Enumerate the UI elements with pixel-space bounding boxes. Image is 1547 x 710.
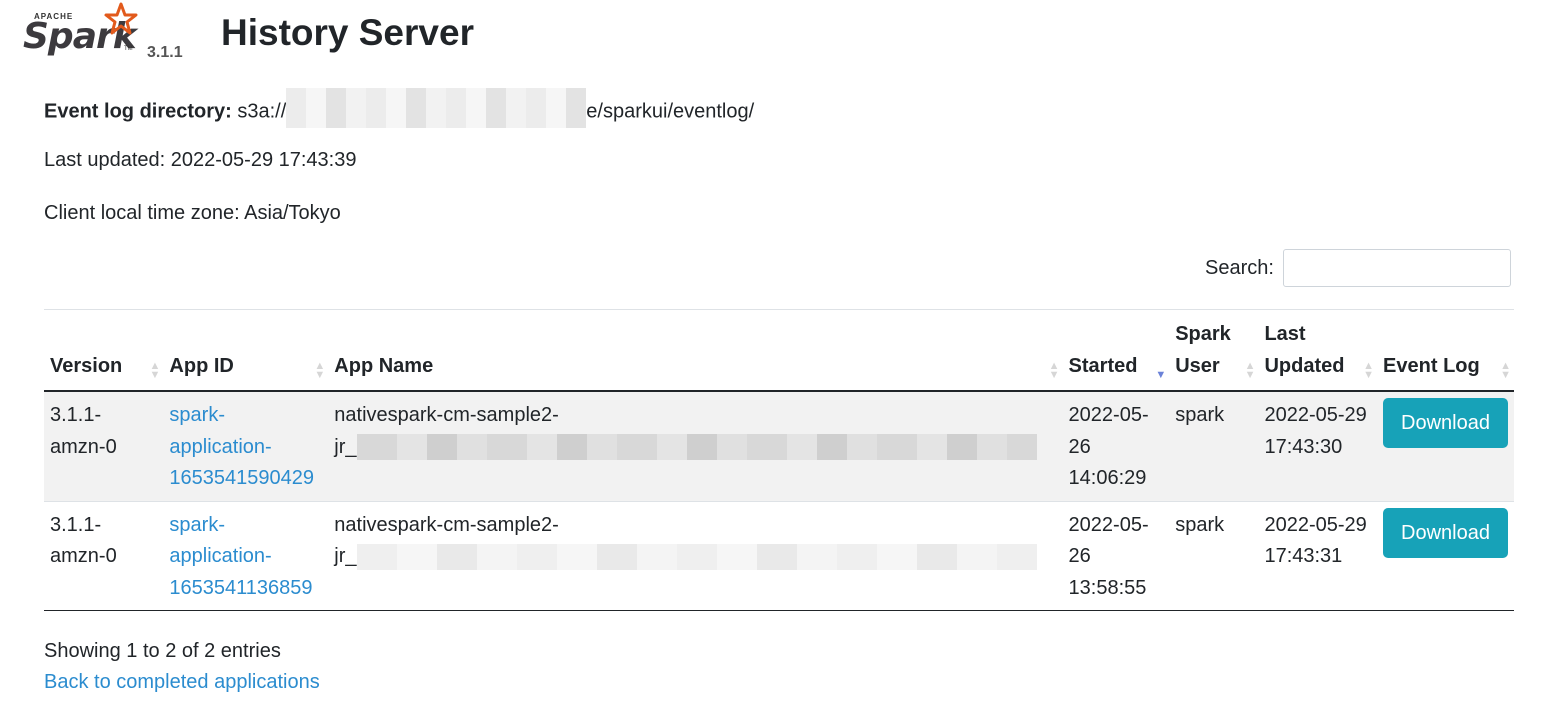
sort-arrows-icon: ▲ ▼ [1363,360,1375,381]
timezone-text: Client local time zone: Asia/Tokyo [44,202,341,224]
sort-desc-icon: ▲▼ [1155,369,1167,381]
column-header-event-log[interactable]: Event Log ▲ ▼ [1377,309,1514,392]
back-to-completed-link[interactable]: Back to completed applications [44,671,320,693]
redacted-app-name [356,543,1037,570]
page-header: APACHE Spark TM 3.1.1 History Server [20,0,720,80]
app-id-link[interactable]: spark-application- 1653541590429 [169,404,314,489]
cell-app-id: spark-application- 1653541590429 [163,390,329,501]
cell-version: 3.1.1- amzn-0 [44,390,164,501]
entries-info: Showing 1 to 2 of 2 entries [44,640,281,662]
star-icon [104,2,138,35]
logo-trademark: TM [124,46,133,52]
cell-started: 2022-05- 26 13:58:55 [1062,500,1170,611]
download-button[interactable]: Download [1383,507,1508,558]
applications-table: Version ▲ ▼ App ID ▲ ▼ App Name ▲ ▼ Started… [44,309,1514,611]
spark-logo[interactable]: APACHE Spark TM [20,2,140,66]
cell-last-updated: 2022-05-29 17:43:30 [1258,390,1378,501]
column-header-spark-user[interactable]: Spark User ▲ ▼ [1169,309,1259,392]
cell-spark-user: spark [1169,500,1259,611]
event-log-directory: Event log directory: s3a:// e/sparkui/eve… [44,88,755,128]
page-title: History Server [221,12,474,53]
table-header-row: Version ▲ ▼ App ID ▲ ▼ App Name ▲ ▼ Started… [44,309,1514,392]
table-row: 3.1.1- amzn-0 spark-application- 165354159… [44,390,1514,501]
event-log-suffix: e/sparkui/eventlog/ [586,100,755,123]
cell-spark-user: spark [1169,390,1259,501]
app-id-link[interactable]: spark-application- 1653541136859 [169,514,312,599]
sort-arrows-icon: ▲ ▼ [1244,360,1256,381]
sort-arrows-icon: ▲ ▼ [1048,360,1060,381]
search-input[interactable] [1282,249,1511,287]
column-header-app-name[interactable]: App Name ▲ ▼ [328,309,1063,392]
column-header-version[interactable]: Version ▲ ▼ [44,309,164,392]
column-header-started[interactable]: Started ▲▼ [1062,309,1170,392]
cell-app-name: nativespark-cm-sample2- jr_ [328,500,1063,611]
column-header-app-id[interactable]: App ID ▲ ▼ [163,309,329,392]
column-header-last-updated[interactable]: Last Updated ▲ ▼ [1258,309,1378,392]
sort-arrows-icon: ▲ ▼ [314,360,326,381]
event-log-label: Event log directory: [44,100,232,123]
cell-app-id: spark-application- 1653541136859 [163,500,329,611]
cell-app-name: nativespark-cm-sample2- jr_ [328,390,1063,501]
search-label: Search: [1205,256,1274,279]
search-box: Search: [1205,248,1511,288]
table-row: 3.1.1- amzn-0 spark-application- 165354113… [44,500,1514,611]
cell-version: 3.1.1- amzn-0 [44,500,164,611]
redacted-path [286,88,587,128]
redacted-app-name [356,434,1037,461]
cell-event-log: Download [1377,500,1514,611]
event-log-prefix: s3a:// [237,100,287,123]
download-button[interactable]: Download [1383,398,1508,448]
sort-arrows-icon: ▲ ▼ [1500,360,1511,381]
last-updated-text: Last updated: 2022-05-29 17:43:39 [44,149,357,171]
spark-version: 3.1.1 [147,44,183,61]
sort-arrows-icon: ▲ ▼ [149,360,161,381]
cell-last-updated: 2022-05-29 17:43:31 [1258,500,1378,611]
table-footer: Showing 1 to 2 of 2 entries Back to comp… [44,636,320,698]
cell-started: 2022-05- 26 14:06:29 [1062,390,1170,501]
cell-event-log: Download [1377,390,1514,501]
